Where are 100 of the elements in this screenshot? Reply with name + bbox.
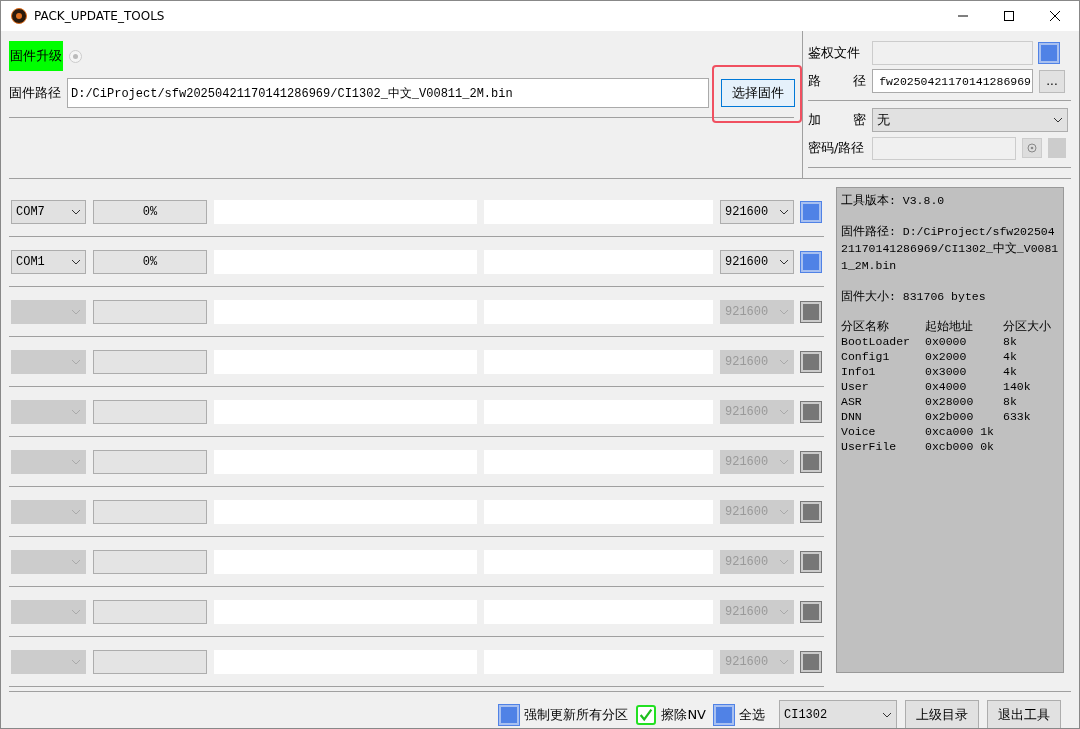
caret-icon [71, 608, 81, 615]
path-label: 路径 [808, 72, 866, 90]
port-dropdown[interactable] [11, 399, 86, 424]
progress-field: 0% [93, 249, 207, 274]
port-dropdown[interactable] [11, 349, 86, 374]
port-checkbox[interactable] [801, 401, 821, 422]
caret-icon [71, 258, 81, 265]
app-icon [11, 8, 27, 24]
caret-icon [779, 558, 789, 565]
caret-icon [779, 358, 789, 365]
path-field[interactable]: fw20250421170141286969 [872, 69, 1033, 93]
caret-icon [71, 658, 81, 665]
port-checkbox[interactable] [801, 501, 821, 522]
info-text: 工具版本: V3.8.0 [841, 193, 946, 209]
progress-field: 0% [93, 199, 207, 224]
caret-icon [71, 408, 81, 415]
port-dropdown[interactable] [11, 649, 86, 674]
caret-icon [779, 208, 789, 215]
port-checkbox[interactable] [801, 201, 821, 222]
caret-icon [779, 658, 789, 665]
encrypt-label: 加密 [808, 111, 866, 129]
action-button[interactable]: 上级目录 [905, 700, 979, 728]
port-checkbox[interactable] [801, 301, 821, 322]
close-icon[interactable] [1049, 10, 1061, 22]
partition-cell: 0xcb000 0k [925, 439, 994, 454]
option-label: 擦除NV [661, 706, 706, 724]
partition-cell-text: 0x2000 [925, 349, 968, 364]
option-label: 强制更新所有分区 [524, 706, 629, 724]
port-dropdown[interactable] [11, 549, 86, 574]
partition-cell: 140k [1003, 379, 1031, 394]
chip-dropdown[interactable]: CI1302 [779, 700, 897, 728]
partition-cell-text: 0x0000 [925, 334, 968, 349]
firmware-path-field[interactable]: D:/CiProject/sfw20250421170141286969/CI1302_中文_V00811_2M.bin [67, 78, 709, 108]
partition-cell: 8k [1003, 394, 1017, 409]
partition-cell: 8k [1003, 334, 1017, 349]
port-checkbox[interactable] [801, 551, 821, 572]
option-checkbox[interactable] [714, 705, 734, 725]
info-text: 固件大小: 831706 bytes [841, 289, 987, 305]
auth-file-label: 鉴权文件 [808, 44, 861, 62]
firmware-path-label: 固件路径 [9, 84, 61, 102]
caret-icon [71, 508, 81, 515]
partition-cell-text: Info1 [841, 364, 877, 379]
target-icon[interactable] [1022, 138, 1042, 158]
caret-icon [779, 408, 789, 415]
upgrade-label: 固件升级 [9, 41, 63, 71]
caret-icon [71, 208, 81, 215]
port-dropdown[interactable] [11, 599, 86, 624]
partition-cell-text: 0x28000 [925, 394, 975, 409]
maximize-icon[interactable] [1003, 10, 1015, 22]
partition-cell-text: 起始地址 [925, 319, 974, 334]
port-checkbox[interactable] [801, 601, 821, 622]
partition-cell: 4k [1003, 364, 1017, 379]
action-button[interactable]: 退出工具 [987, 700, 1061, 728]
port-checkbox[interactable] [801, 451, 821, 472]
partition-cell: 4k [1003, 349, 1017, 364]
auth-checkbox[interactable] [1039, 43, 1059, 63]
partition-cell-text: Voice [841, 424, 877, 439]
port-dropdown[interactable]: COM7 [11, 199, 86, 224]
caret-icon [71, 458, 81, 465]
window-title: PACK_UPDATE_TOOLS [34, 9, 165, 23]
partition-cell: 633k [1003, 409, 1031, 424]
radio-button[interactable] [69, 49, 82, 63]
port-checkbox[interactable] [801, 251, 821, 272]
caret-icon [1053, 117, 1063, 123]
partition-cell-text: UserFile [841, 439, 898, 454]
partition-cell-text: Config1 [841, 349, 891, 364]
select-firmware-button[interactable]: 选择固件 [721, 79, 795, 107]
caret-icon [882, 712, 892, 718]
option-checkbox[interactable] [636, 705, 657, 725]
partition-cell-text: 0x3000 [925, 364, 968, 379]
port-dropdown[interactable] [11, 499, 86, 524]
baud-rate-dropdown[interactable]: 921600 [720, 199, 794, 224]
partition-cell: 分区大小 [1003, 319, 1051, 334]
password-label: 密码/路径 [808, 139, 866, 157]
port-dropdown[interactable] [11, 299, 86, 324]
port-checkbox[interactable] [801, 351, 821, 372]
caret-icon [71, 308, 81, 315]
port-dropdown[interactable] [11, 449, 86, 474]
port-checkbox[interactable] [801, 651, 821, 672]
browse-button[interactable]: ... [1039, 69, 1065, 93]
info-text: 固件路径: D:/CiProject/sfw20250421170141286969/CI1302_中文_V00811_2M.bin [841, 224, 1059, 274]
option-label: 全选 [739, 706, 765, 724]
caret-icon [71, 558, 81, 565]
option-checkbox[interactable] [499, 705, 520, 725]
partition-cell: 0xca000 1k [925, 424, 994, 439]
partition-cell-text: 0x4000 [925, 379, 968, 394]
port-dropdown[interactable]: COM1 [11, 249, 86, 274]
partition-cell-text: BootLoader [841, 334, 911, 349]
caret-icon [779, 508, 789, 515]
partition-cell-text: 0x2b000 [925, 409, 975, 424]
caret-icon [779, 608, 789, 615]
caret-icon [779, 308, 789, 315]
partition-cell-text: User [841, 379, 870, 394]
partition-cell-text: DNN [841, 409, 863, 424]
baud-rate-dropdown[interactable]: 921600 [720, 249, 794, 274]
partition-cell-text: 分区名称 [841, 319, 890, 334]
encrypt-dropdown[interactable]: 无 [872, 108, 1068, 132]
caret-icon [779, 258, 789, 265]
partition-cell-text: ASR [841, 394, 863, 409]
caret-icon [71, 358, 81, 365]
